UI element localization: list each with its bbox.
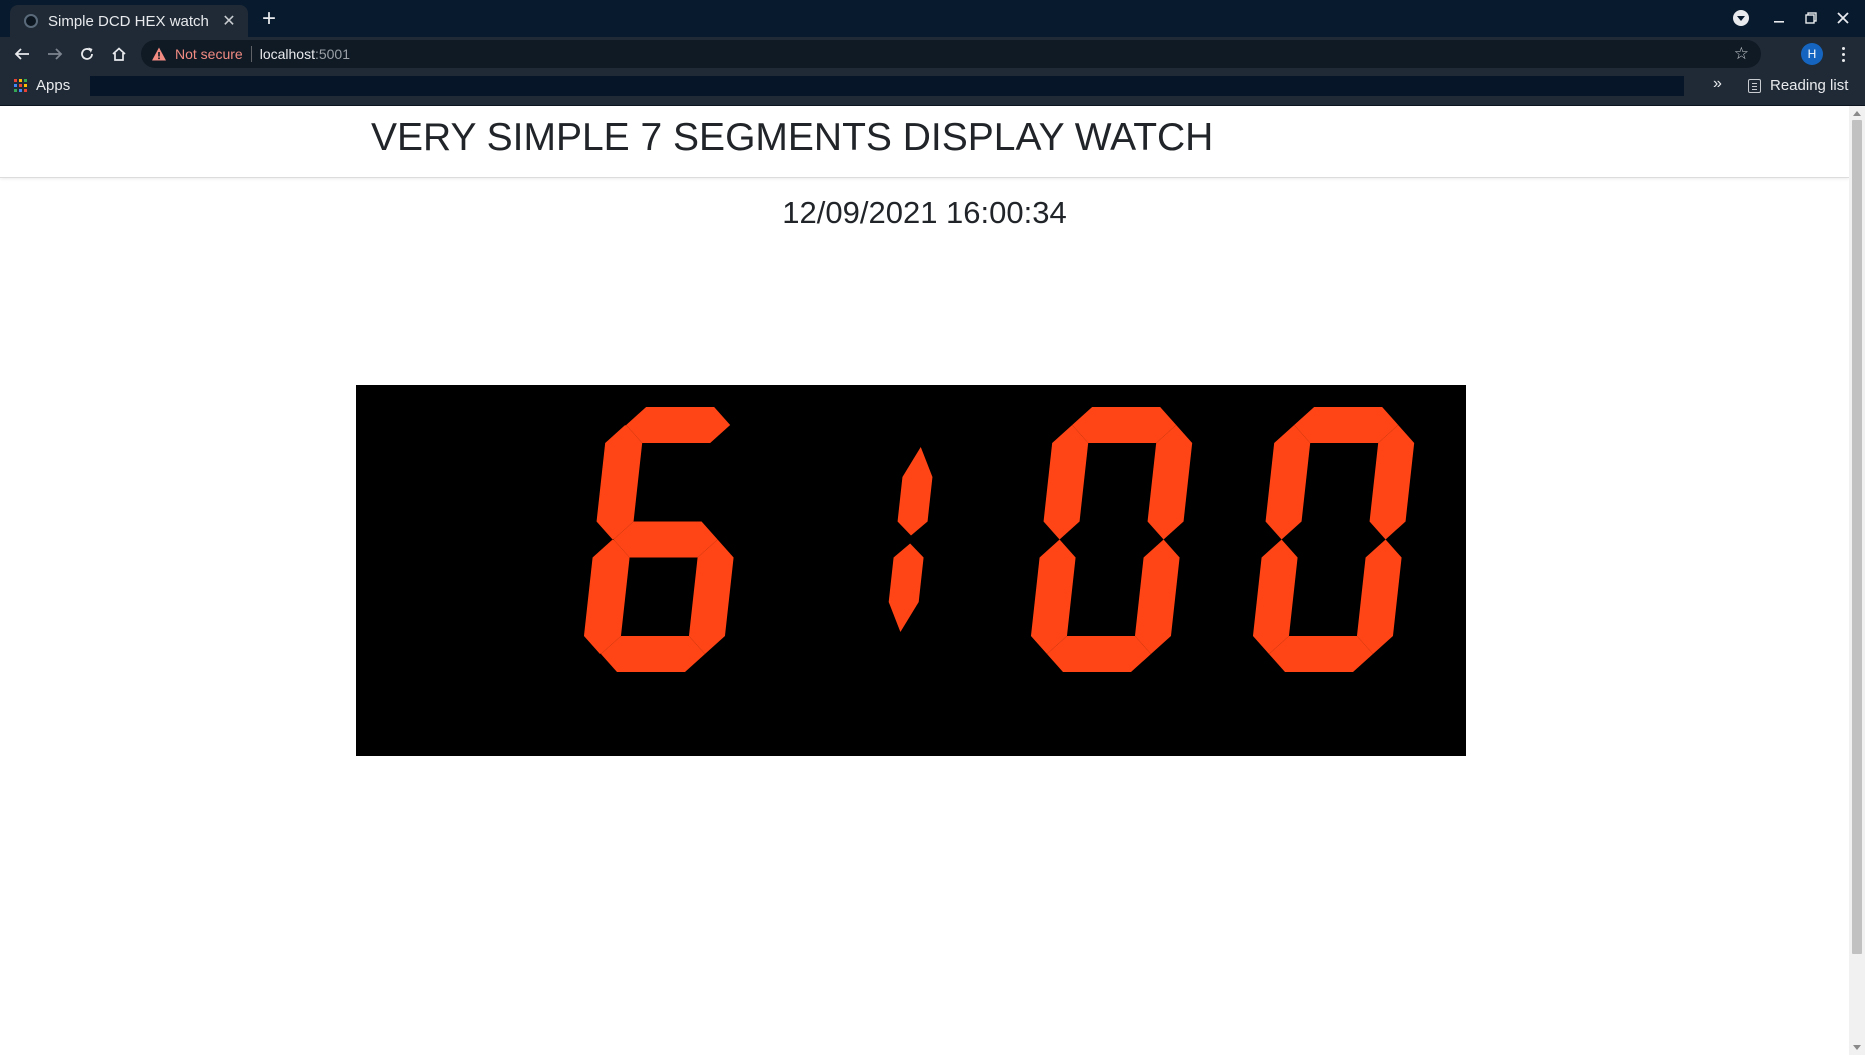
digit-3-segment-a	[1072, 407, 1177, 443]
warning-icon	[152, 47, 166, 61]
reload-icon[interactable]	[73, 41, 101, 67]
scrollbar[interactable]	[1849, 106, 1865, 1055]
plus-icon[interactable]: +	[262, 5, 276, 33]
digit-2-segment-a	[626, 407, 731, 443]
seven-segment-svg	[583, 407, 1415, 672]
browser-tab-strip: Simple DCD HEX watch ✕ +	[0, 0, 1865, 37]
reading-list-label: Reading list	[1770, 77, 1849, 94]
chevron-down-icon[interactable]	[1733, 10, 1749, 26]
apps-grid-icon	[14, 79, 27, 92]
window-controls	[1733, 4, 1859, 32]
apps-label: Apps	[36, 77, 71, 94]
close-window-icon[interactable]	[1827, 4, 1859, 32]
favicon-icon	[24, 14, 38, 28]
back-arrow-icon[interactable]	[8, 41, 36, 67]
scroll-thumb[interactable]	[1852, 120, 1862, 954]
browser-tab[interactable]: Simple DCD HEX watch ✕	[10, 5, 248, 37]
maximize-icon[interactable]	[1795, 4, 1827, 32]
forward-arrow-icon[interactable]	[41, 41, 69, 67]
digit-4-segment-d	[1268, 636, 1373, 672]
digit-2-segment-g	[613, 521, 718, 558]
minimize-icon[interactable]	[1763, 4, 1795, 32]
page-title: VERY SIMPLE 7 SEGMENTS DISPLAY WATCH	[371, 116, 1214, 159]
home-icon[interactable]	[105, 41, 133, 67]
reading-list-icon	[1748, 78, 1761, 93]
page-header: VERY SIMPLE 7 SEGMENTS DISPLAY WATCH	[0, 106, 1849, 178]
chevron-double-right-icon[interactable]: »	[1713, 75, 1722, 93]
separator-lower-segment	[888, 543, 924, 632]
separator-upper-segment	[897, 447, 933, 536]
scroll-down-icon[interactable]	[1853, 1045, 1861, 1050]
url-port: :5001	[314, 46, 351, 62]
security-status[interactable]: Not secure	[175, 46, 243, 62]
omnibox-divider	[250, 46, 252, 62]
bookmark-items-redacted	[90, 76, 1684, 96]
close-icon[interactable]: ✕	[220, 11, 238, 31]
current-datetime: 12/09/2021 16:00:34	[782, 195, 1067, 230]
digit-3-segment-f	[1043, 425, 1089, 540]
reading-list-button[interactable]: Reading list	[1748, 77, 1848, 94]
digit-3-segment-d	[1046, 636, 1151, 672]
digit-3-segment-c	[1134, 539, 1180, 654]
url-host: localhost	[259, 46, 315, 62]
browser-toolbar: Not secure localhost :5001 ☆ H	[0, 37, 1865, 71]
address-bar[interactable]: Not secure localhost :5001 ☆	[141, 40, 1761, 68]
digit-4-segment-a	[1294, 407, 1399, 443]
digit-4-segment-c	[1356, 539, 1402, 654]
scroll-up-icon[interactable]	[1853, 111, 1861, 116]
bookmarks-bar: Apps » Reading list	[0, 71, 1865, 106]
seven-segment-display	[356, 385, 1466, 756]
star-icon[interactable]: ☆	[1734, 44, 1749, 64]
page-content: VERY SIMPLE 7 SEGMENTS DISPLAY WATCH 12/…	[0, 106, 1849, 1055]
avatar[interactable]: H	[1801, 43, 1823, 65]
digit-2-segment-d	[600, 636, 705, 672]
apps-shortcut[interactable]: Apps	[14, 77, 70, 94]
tab-title: Simple DCD HEX watch	[48, 12, 209, 30]
more-vert-icon[interactable]	[1833, 41, 1853, 67]
digit-4-segment-f	[1265, 425, 1311, 540]
